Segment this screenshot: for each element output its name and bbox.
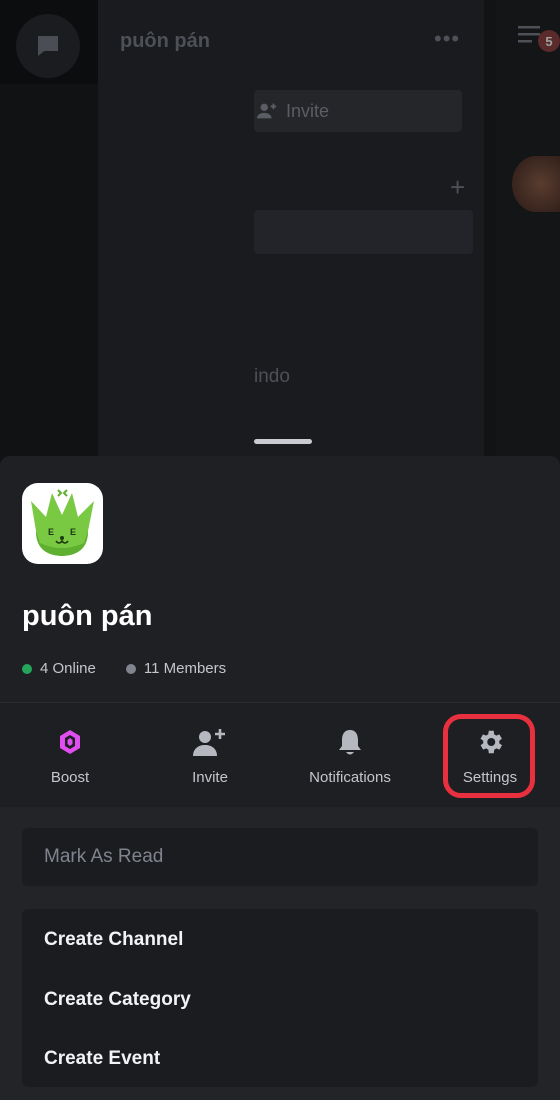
boost-label: Boost: [50, 769, 90, 786]
svg-text:E: E: [70, 527, 76, 537]
add-user-icon: [256, 103, 277, 119]
member-count: 11 Members: [143, 660, 227, 677]
svg-text:E: E: [48, 527, 54, 537]
add-user-icon: [193, 729, 225, 756]
grass-mascot-icon: E E: [31, 489, 94, 556]
server-bottom-sheet: E E puôn pán 4 Online 11 Members Boost I…: [0, 456, 560, 1100]
bell-icon: [339, 730, 361, 755]
background-search-field[interactable]: [254, 210, 473, 254]
server-icon: E E: [22, 483, 103, 564]
background-channel-title: puôn pán: [120, 30, 210, 52]
create-menu-group: Create Channel Create Category Create Ev…: [22, 909, 538, 1087]
plus-icon[interactable]: +: [450, 172, 465, 203]
notifications-label: Notifications: [309, 769, 391, 786]
online-count: 4 Online: [40, 660, 96, 677]
avatar[interactable]: [512, 156, 560, 212]
boost-gem-icon: [60, 730, 80, 754]
members-status-dot: [125, 663, 136, 674]
direct-messages-button[interactable]: [16, 14, 80, 78]
background-invite-label: Invite: [286, 100, 330, 121]
background-invite-button[interactable]: Invite: [254, 90, 462, 132]
notifications-button[interactable]: Notifications: [280, 703, 420, 807]
more-options-icon[interactable]: •••: [434, 26, 460, 52]
server-header: E E puôn pán 4 Online 11 Members: [0, 456, 560, 702]
server-stats: 4 Online 11 Members: [22, 660, 226, 677]
boost-button[interactable]: Boost: [0, 703, 140, 807]
invite-label: Invite: [192, 769, 228, 786]
server-name: puôn pán: [22, 600, 153, 632]
online-status-dot: [22, 663, 32, 674]
mark-as-read-button[interactable]: Mark As Read: [22, 828, 538, 886]
create-channel-button[interactable]: Create Channel: [44, 929, 183, 951]
settings-highlight-box: [443, 714, 535, 798]
create-category-button[interactable]: Create Category: [44, 989, 191, 1011]
chat-bubble-icon: [38, 36, 58, 56]
server-action-bar: Boost Invite Notifications Settings: [0, 702, 560, 807]
invite-button[interactable]: Invite: [140, 703, 280, 807]
notification-badge: 5: [538, 30, 560, 52]
create-event-button[interactable]: Create Event: [44, 1048, 160, 1070]
drag-handle[interactable]: [254, 439, 312, 444]
background-partial-text: indo: [254, 366, 290, 387]
